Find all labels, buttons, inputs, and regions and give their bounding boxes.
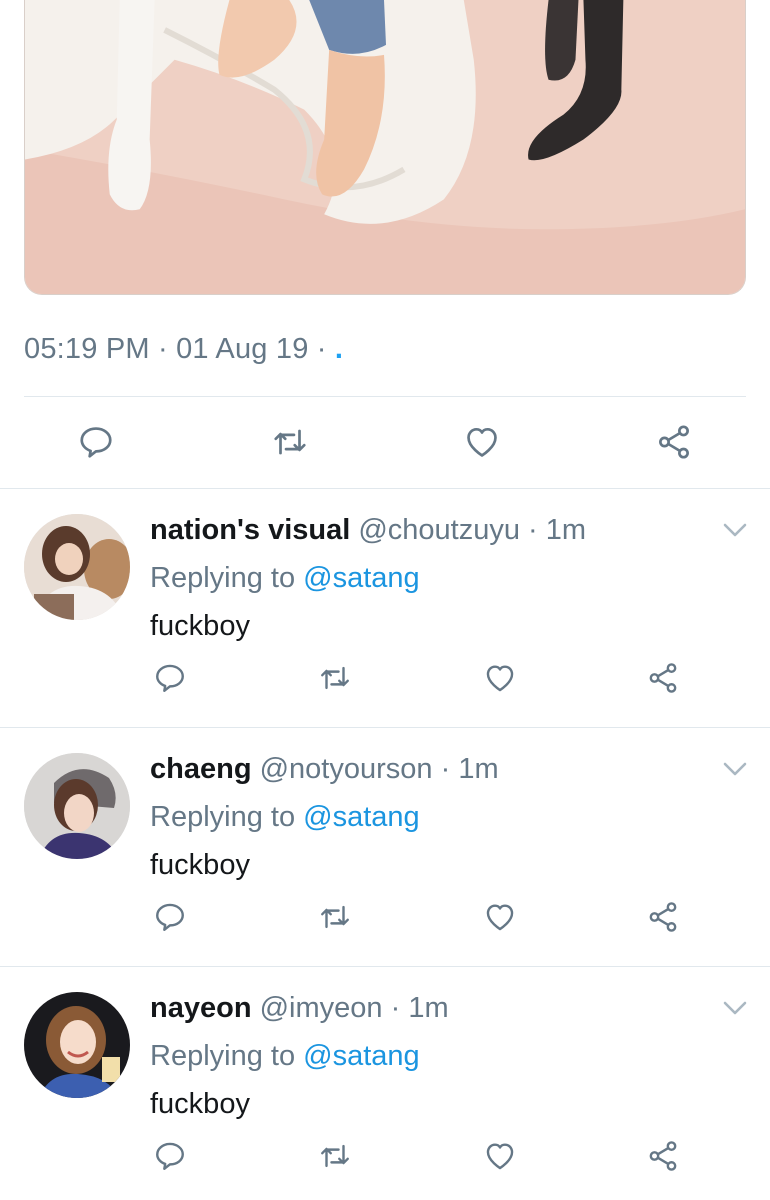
chevron-down-icon[interactable] bbox=[722, 520, 748, 540]
share-icon bbox=[649, 902, 677, 932]
avatar[interactable] bbox=[24, 514, 130, 620]
share-button[interactable] bbox=[643, 1136, 683, 1176]
replying-to: Replying to @satang bbox=[150, 1038, 420, 1074]
tweet-media-image[interactable] bbox=[24, 0, 746, 295]
username[interactable]: @choutzuyu bbox=[358, 514, 520, 546]
heart-icon bbox=[486, 665, 514, 692]
relative-time: 1m bbox=[458, 753, 499, 785]
chevron-down-icon[interactable] bbox=[722, 998, 748, 1018]
avatar-image bbox=[24, 514, 130, 620]
reply-button[interactable] bbox=[150, 897, 190, 937]
separator: · bbox=[440, 753, 451, 785]
relative-time: 1m bbox=[545, 514, 587, 546]
reply-icon bbox=[80, 427, 112, 458]
replying-to: Replying to @satang bbox=[150, 560, 420, 596]
reply-icon bbox=[156, 1142, 184, 1170]
avatar-image bbox=[24, 992, 130, 1098]
share-icon bbox=[649, 663, 677, 693]
display-name[interactable]: chaeng bbox=[150, 753, 252, 785]
avatar-image bbox=[24, 753, 130, 859]
divider bbox=[0, 966, 770, 967]
reply-header: chaeng @notyourson · 1m bbox=[150, 751, 499, 787]
separator: · bbox=[528, 514, 538, 546]
reply-button[interactable] bbox=[74, 420, 118, 464]
retweet-icon bbox=[321, 666, 349, 690]
reply-icon bbox=[156, 903, 184, 931]
replying-to: Replying to @satang bbox=[150, 799, 420, 835]
reply-action-bar bbox=[0, 1136, 770, 1180]
relative-time: 1m bbox=[408, 992, 449, 1024]
display-name[interactable]: nation's visual bbox=[150, 514, 350, 546]
reply-tweet[interactable]: chaeng @notyourson · 1m Replying to @sat… bbox=[0, 729, 770, 967]
replying-prefix: Replying to bbox=[150, 1040, 296, 1072]
replying-prefix: Replying to bbox=[150, 562, 296, 594]
reply-tweet[interactable]: nayeon @imyeon · 1m Replying to @satang … bbox=[0, 968, 770, 1200]
tweet-timestamp: 05:19 PM · 01 Aug 19 · . bbox=[24, 333, 343, 366]
share-icon bbox=[649, 1141, 677, 1171]
retweet-icon bbox=[321, 1144, 349, 1168]
like-button[interactable] bbox=[480, 897, 520, 937]
chevron-down-icon[interactable] bbox=[722, 759, 748, 779]
media-photo bbox=[25, 0, 745, 294]
retweet-icon bbox=[321, 905, 349, 929]
avatar[interactable] bbox=[24, 753, 130, 859]
reply-tweet[interactable]: nation's visual @choutzuyu · 1m Replying… bbox=[0, 490, 770, 728]
reply-button[interactable] bbox=[150, 658, 190, 698]
retweet-button[interactable] bbox=[268, 420, 312, 464]
separator: · bbox=[390, 992, 401, 1024]
display-name[interactable]: nayeon bbox=[150, 992, 252, 1024]
mention-link[interactable]: @satang bbox=[303, 562, 420, 594]
mention-link[interactable]: @satang bbox=[303, 801, 420, 833]
like-button[interactable] bbox=[480, 1136, 520, 1176]
retweet-button[interactable] bbox=[315, 658, 355, 698]
source-link[interactable]: . bbox=[335, 333, 343, 365]
retweet-button[interactable] bbox=[315, 897, 355, 937]
share-button[interactable] bbox=[643, 658, 683, 698]
mention-link[interactable]: @satang bbox=[303, 1040, 420, 1072]
username[interactable]: @notyourson bbox=[260, 753, 433, 785]
divider bbox=[0, 488, 770, 489]
heart-icon bbox=[486, 1143, 514, 1170]
divider bbox=[0, 727, 770, 728]
timestamp-text: 05:19 PM · 01 Aug 19 · bbox=[24, 333, 327, 365]
share-icon bbox=[659, 425, 689, 459]
reply-action-bar bbox=[0, 658, 770, 702]
avatar[interactable] bbox=[24, 992, 130, 1098]
share-button[interactable] bbox=[643, 897, 683, 937]
reply-button[interactable] bbox=[150, 1136, 190, 1176]
tweet-text: fuckboy bbox=[150, 849, 250, 881]
tweet-text: fuckboy bbox=[150, 1088, 250, 1120]
share-button[interactable] bbox=[652, 420, 696, 464]
like-button[interactable] bbox=[480, 658, 520, 698]
reply-header: nayeon @imyeon · 1m bbox=[150, 990, 449, 1026]
heart-icon bbox=[486, 904, 514, 931]
reply-header: nation's visual @choutzuyu · 1m bbox=[150, 512, 586, 548]
tweet-text: fuckboy bbox=[150, 610, 250, 642]
heart-icon bbox=[467, 427, 497, 457]
retweet-button[interactable] bbox=[315, 1136, 355, 1176]
like-button[interactable] bbox=[460, 420, 504, 464]
reply-icon bbox=[156, 664, 184, 692]
tweet-action-bar bbox=[0, 400, 770, 486]
replying-prefix: Replying to bbox=[150, 801, 296, 833]
divider bbox=[24, 396, 746, 397]
username[interactable]: @imyeon bbox=[260, 992, 383, 1024]
retweet-icon bbox=[274, 429, 306, 455]
reply-action-bar bbox=[0, 897, 770, 941]
